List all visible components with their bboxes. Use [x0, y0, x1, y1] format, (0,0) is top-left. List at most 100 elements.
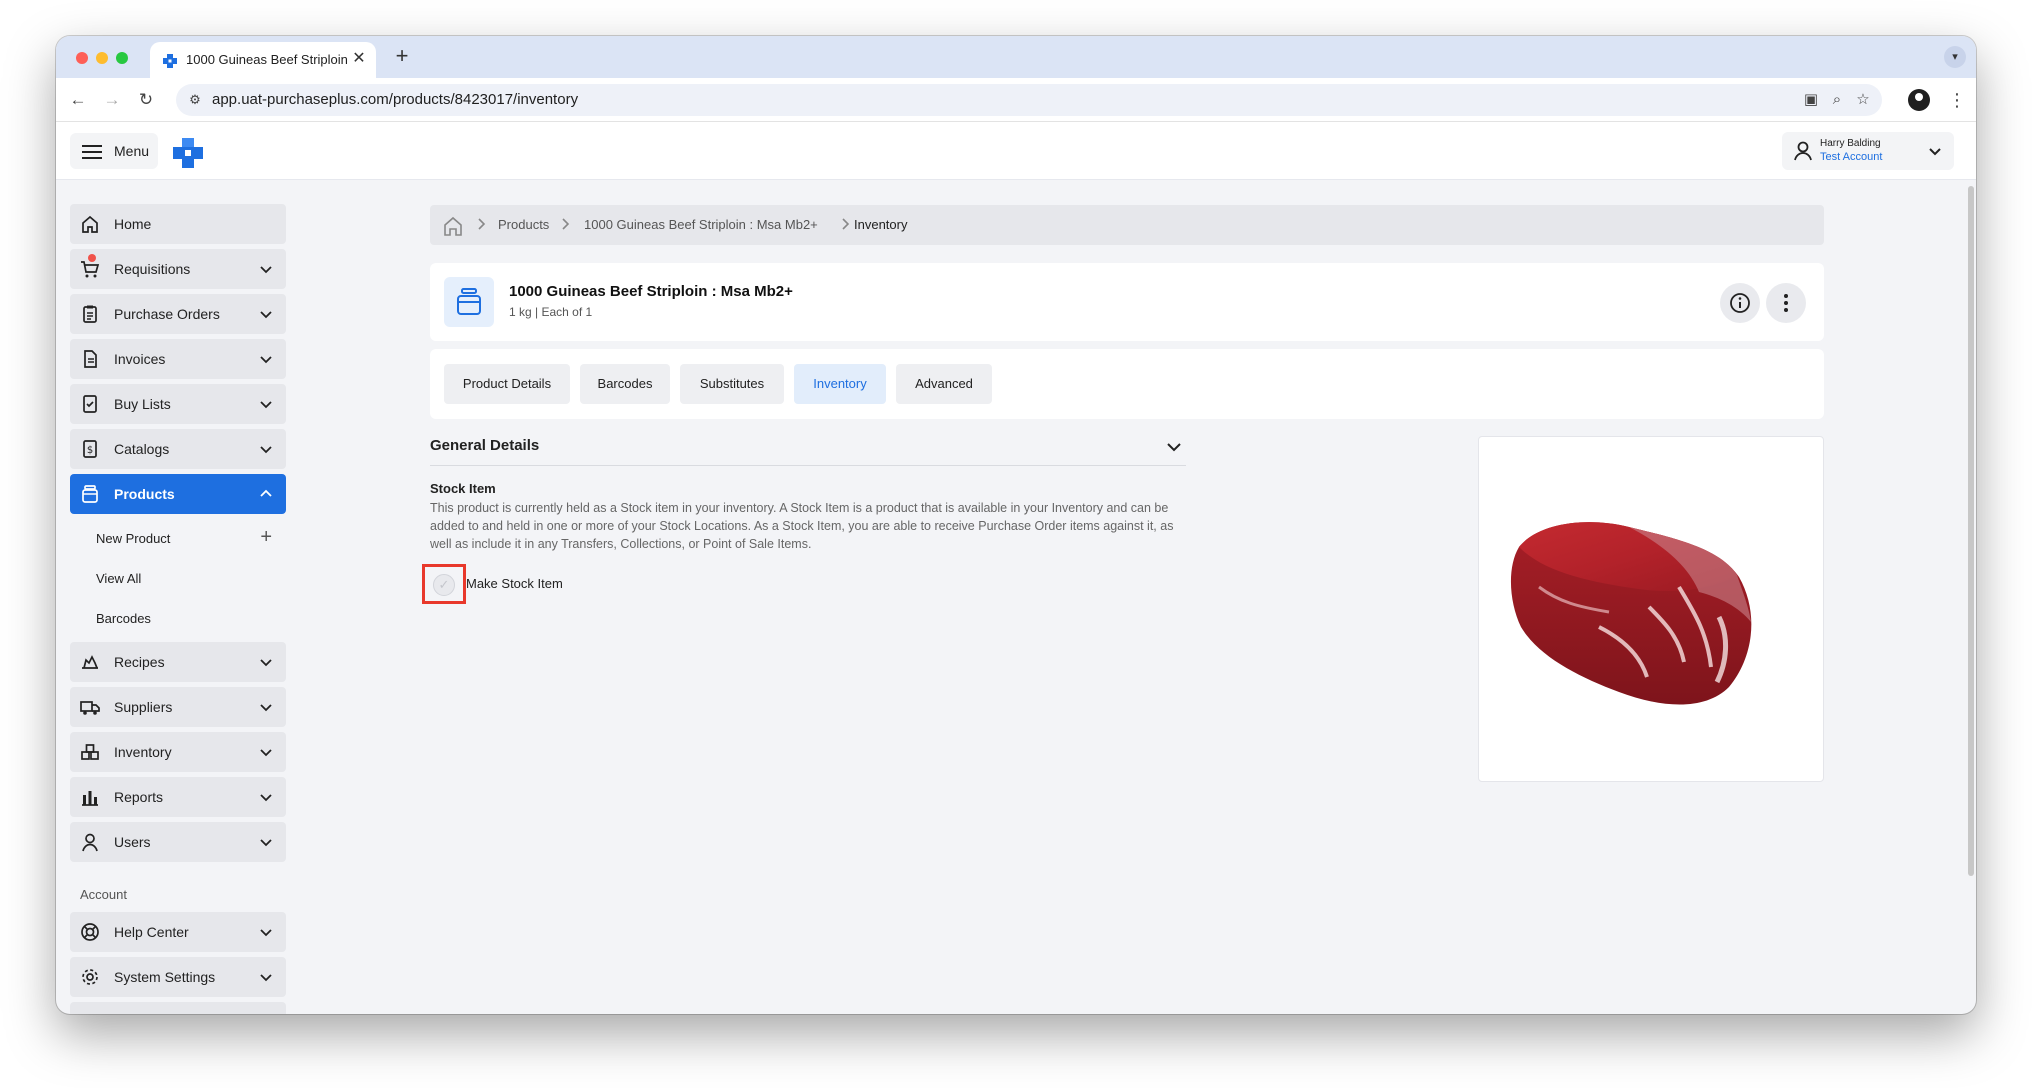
tab-barcodes[interactable]: Barcodes	[580, 364, 670, 404]
chevron-down-icon	[260, 446, 272, 454]
cart-icon	[81, 261, 100, 278]
purchaseplus-logo-icon[interactable]	[171, 136, 205, 170]
sidebar-item-label: Reports	[114, 789, 164, 805]
install-app-icon[interactable]: ▣	[1800, 89, 1822, 111]
sidebar-item-help-center[interactable]: Help Center	[70, 912, 286, 952]
sidebar-item-purchase-orders[interactable]: Purchase Orders	[70, 294, 286, 334]
sidebar-subitem-new-product[interactable]: New Product +	[70, 521, 286, 557]
chevron-down-icon	[260, 794, 272, 802]
sidebar-item-label: Inventory	[114, 744, 172, 760]
info-button[interactable]	[1720, 283, 1760, 323]
stock-item-title: Stock Item	[430, 481, 496, 496]
truck-icon	[80, 701, 100, 715]
tab-product-details[interactable]: Product Details	[444, 364, 570, 404]
sidebar-item-inventory[interactable]: Inventory	[70, 732, 286, 772]
bar-chart-icon	[82, 791, 98, 806]
home-icon[interactable]	[442, 215, 464, 237]
hamburger-icon	[82, 145, 102, 159]
more-options-button[interactable]	[1766, 283, 1806, 323]
reload-icon[interactable]: ↻	[134, 88, 158, 112]
tab-search-chevron-icon[interactable]: ▾	[1944, 46, 1966, 68]
bookmark-star-icon[interactable]: ☆	[1852, 89, 1874, 111]
chevron-down-icon[interactable]	[1164, 437, 1184, 457]
sidebar-item-system-settings[interactable]: System Settings	[70, 957, 286, 997]
sidebar-item-catalogs[interactable]: $ Catalogs	[70, 429, 286, 469]
sidebar-subitem-label: Barcodes	[96, 611, 151, 626]
sidebar-item-label: Requisitions	[114, 261, 191, 277]
user-account: Test Account	[1820, 151, 1883, 163]
sidebar-item-suppliers[interactable]: Suppliers	[70, 687, 286, 727]
close-window-button[interactable]	[76, 52, 88, 64]
user-icon	[1794, 141, 1812, 161]
product-title: 1000 Guineas Beef Striploin : Msa Mb2+	[509, 283, 793, 300]
make-stock-item-checkbox[interactable]: ✓	[433, 574, 455, 596]
sidebar-account-heading: Account	[80, 887, 127, 902]
product-tabs: Product Details Barcodes Substitutes Inv…	[430, 349, 1824, 419]
checklist-icon	[83, 395, 97, 413]
zoom-icon[interactable]: ⌕	[1826, 89, 1848, 111]
make-stock-item-label[interactable]: Make Stock Item	[466, 576, 563, 591]
user-menu-button[interactable]: Harry Balding Test Account	[1782, 132, 1954, 170]
section-title[interactable]: General Details	[430, 437, 539, 454]
page-scrollbar[interactable]	[1968, 186, 1974, 876]
menu-button[interactable]: Menu	[70, 133, 158, 169]
sidebar-item-reports[interactable]: Reports	[70, 777, 286, 817]
breadcrumb-item[interactable]: Products	[498, 217, 549, 232]
sidebar-item-label: Suppliers	[114, 699, 173, 715]
svg-text:$: $	[87, 445, 93, 456]
tab-title: 1000 Guineas Beef Striploin :	[186, 52, 348, 67]
browser-tab[interactable]: 1000 Guineas Beef Striploin : ✕	[150, 42, 376, 78]
chevron-down-icon	[260, 401, 272, 409]
sidebar-subitem-view-all[interactable]: View All	[70, 561, 286, 597]
new-tab-button[interactable]: +	[390, 45, 414, 69]
sidebar-item-users[interactable]: Users	[70, 822, 286, 862]
tab-advanced[interactable]: Advanced	[896, 364, 992, 404]
site-info-icon[interactable]: ⚙	[186, 91, 204, 109]
sidebar-item-products[interactable]: Products	[70, 474, 286, 514]
jar-icon	[82, 485, 98, 503]
chevron-down-icon	[1929, 148, 1941, 156]
minimize-window-button[interactable]	[96, 52, 108, 64]
sidebar-item-label: System Settings	[114, 969, 216, 985]
tab-inventory[interactable]: Inventory	[794, 364, 886, 404]
chef-hat-icon	[82, 655, 98, 669]
browser-toolbar: ← → ↻ ⚙ app.uat-purchaseplus.com/product…	[56, 78, 1976, 122]
product-image	[1478, 436, 1824, 782]
menu-label: Menu	[114, 143, 150, 159]
sidebar-subitem-barcodes[interactable]: Barcodes	[70, 601, 286, 637]
tab-close-icon[interactable]: ✕	[350, 50, 368, 68]
sidebar-item-recipes[interactable]: Recipes	[70, 642, 286, 682]
sidebar-item-label: Catalogs	[114, 441, 170, 457]
sidebar-item-requisitions[interactable]: Requisitions	[70, 249, 286, 289]
forward-arrow-icon[interactable]: →	[100, 88, 124, 112]
tab-substitutes[interactable]: Substitutes	[680, 364, 784, 404]
product-header-card: 1000 Guineas Beef Striploin : Msa Mb2+ 1…	[430, 263, 1824, 341]
back-arrow-icon[interactable]: ←	[66, 88, 90, 112]
chevron-down-icon	[260, 311, 272, 319]
browser-menu-icon[interactable]: ⋮	[1948, 88, 1966, 112]
url-text[interactable]: app.uat-purchaseplus.com/products/842301…	[212, 91, 578, 108]
vertical-dots-icon	[1784, 294, 1788, 312]
chevron-down-icon	[260, 839, 272, 847]
sidebar-item-partial[interactable]	[70, 1002, 286, 1014]
home-icon	[82, 215, 98, 233]
chevron-down-icon	[260, 266, 272, 274]
app-header: Menu Harry Balding Test Account	[56, 122, 1976, 180]
chevron-down-icon	[260, 659, 272, 667]
sidebar-item-label: Home	[114, 216, 152, 232]
sidebar-item-home[interactable]: Home	[70, 204, 286, 244]
info-icon	[1730, 293, 1750, 313]
sidebar-item-label: Buy Lists	[114, 396, 171, 412]
plus-icon[interactable]: +	[260, 527, 272, 547]
sidebar-item-label: Users	[114, 834, 151, 850]
sidebar-item-invoices[interactable]: Invoices	[70, 339, 286, 379]
address-bar[interactable]: ⚙ app.uat-purchaseplus.com/products/8423…	[176, 84, 1882, 116]
browser-window: 1000 Guineas Beef Striploin : ✕ + ▾ ← → …	[56, 36, 1976, 1014]
sidebar-item-buy-lists[interactable]: Buy Lists	[70, 384, 286, 424]
maximize-window-button[interactable]	[116, 52, 128, 64]
sidebar-item-label: Help Center	[114, 924, 189, 940]
breadcrumb-item[interactable]: 1000 Guineas Beef Striploin : Msa Mb2+	[584, 217, 818, 232]
tab-strip: 1000 Guineas Beef Striploin : ✕ + ▾	[56, 36, 1976, 78]
profile-avatar-icon[interactable]	[1908, 89, 1930, 111]
breadcrumb: Products 1000 Guineas Beef Striploin : M…	[430, 205, 1824, 245]
